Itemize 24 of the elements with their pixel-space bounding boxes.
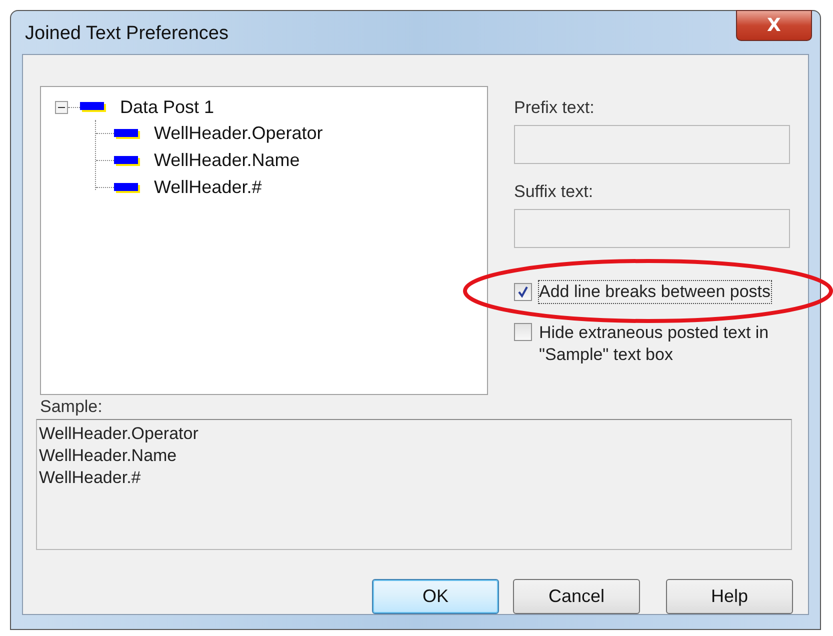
close-button[interactable]: X [736,10,812,41]
collapse-icon[interactable] [55,100,68,114]
window-title: Joined Text Preferences [25,22,228,44]
checkbox-label[interactable]: Add line breaks between posts [538,280,772,304]
tree-item[interactable]: WellHeader.Operator [154,123,323,144]
dialog-button[interactable]: OK [372,579,499,614]
tree-item[interactable]: Data Post 1 [120,96,214,118]
sample-line: WellHeader.# [39,467,142,489]
field-label: Prefix text: [514,98,596,118]
sample-label: Sample: [40,397,104,418]
checkbox-label[interactable]: Hide extraneous posted text in "Sample" text box [538,321,790,367]
post-icon [114,156,140,166]
checkbox[interactable] [514,323,532,341]
post-icon [114,182,140,192]
tree-item[interactable]: WellHeader.# [154,177,262,198]
sample-line: WellHeader.Operator [39,423,200,445]
dialog-button[interactable]: Cancel [513,579,640,614]
post-icon [114,128,140,138]
dialog-button[interactable]: Help [666,579,793,614]
checkbox[interactable] [514,283,532,301]
tree-item[interactable]: WellHeader.Name [154,150,300,171]
sample-line: WellHeader.Name [39,445,178,467]
field-label: Suffix text: [514,182,594,202]
post-icon [80,102,106,112]
